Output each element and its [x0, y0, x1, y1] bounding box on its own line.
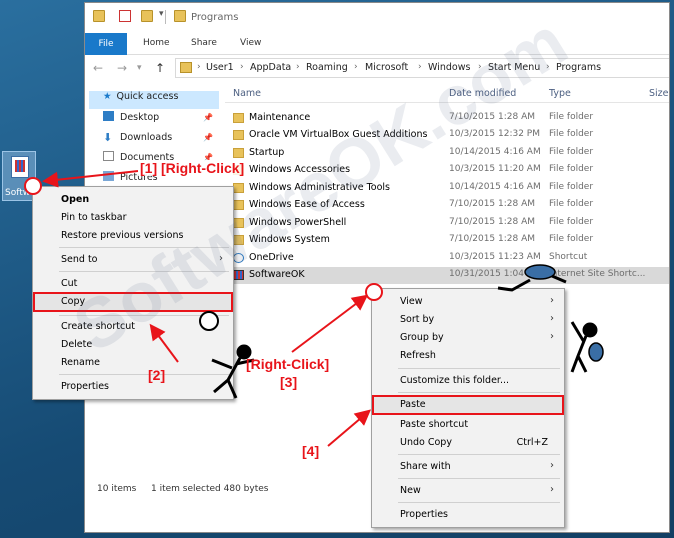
arrow-step3	[291, 294, 369, 353]
annotation-step3-label: [Right-Click]	[246, 356, 330, 372]
annotation-step2: [2]	[148, 367, 166, 383]
annotation-step4: [4]	[302, 443, 320, 459]
ball-icon	[199, 311, 219, 331]
kicking-figure	[211, 344, 255, 399]
climbing-figure	[497, 264, 604, 373]
click-marker	[365, 283, 383, 301]
click-marker	[24, 177, 42, 195]
arrow-step2	[149, 323, 179, 363]
arrow-step1	[42, 170, 139, 188]
annotation-step1: [1] [Right-Click]	[138, 160, 247, 176]
annotation-arrows	[42, 170, 604, 447]
annotation-step3-number: [3]	[280, 374, 298, 390]
arrow-step4	[327, 409, 372, 447]
